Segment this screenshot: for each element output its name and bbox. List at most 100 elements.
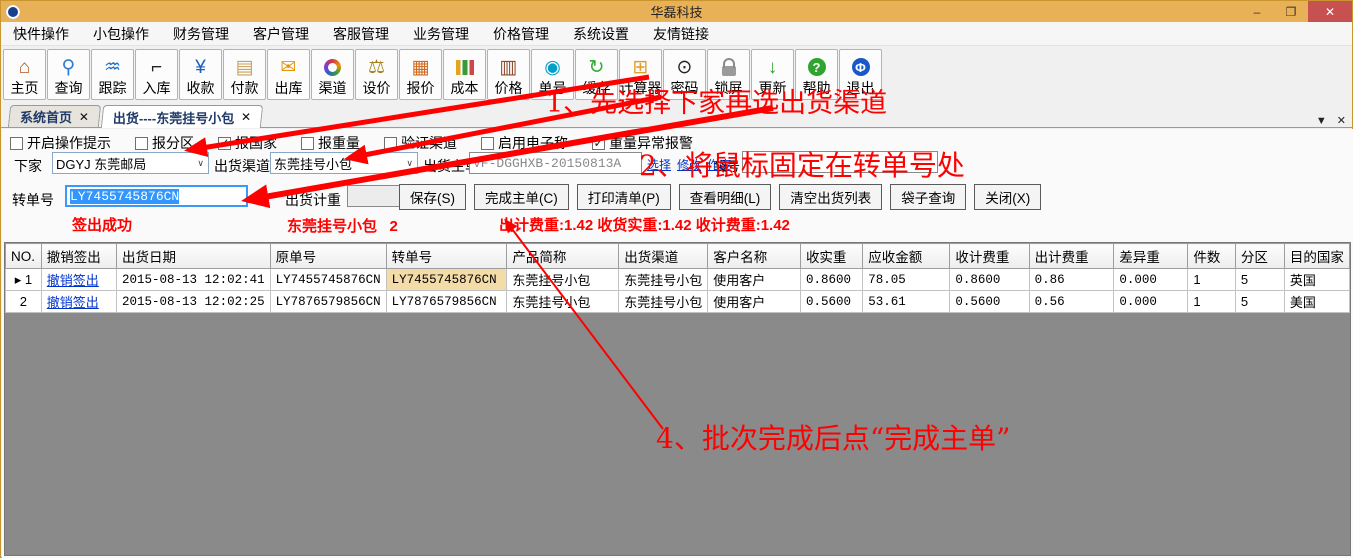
quote-button[interactable]: ▦报价 <box>399 49 442 100</box>
column-header-2[interactable]: 撤销签出 <box>41 244 116 269</box>
tab-label: 系统首页 <box>20 107 72 126</box>
status-signout-success: 签出成功 <box>72 214 132 235</box>
checkbox-icon[interactable] <box>135 137 148 150</box>
checkbox-icon[interactable] <box>384 137 397 150</box>
column-header-1[interactable]: NO. <box>6 244 42 269</box>
pay-button[interactable]: ▤付款 <box>223 49 266 100</box>
menu-item-8[interactable]: 系统设置 <box>561 24 641 44</box>
channel-select[interactable]: 东莞挂号小包 ∨ <box>270 152 418 174</box>
checkbox-option-1[interactable]: 开启操作提示 <box>10 133 111 153</box>
column-header-11[interactable]: 收计费重 <box>950 244 1029 269</box>
downstream-value: DGYJ 东莞邮局 <box>56 154 146 173</box>
chevron-down-icon: ∨ <box>197 158 204 169</box>
outbound-icon: ✉ <box>281 54 297 80</box>
receive-payment-button[interactable]: ¥收款 <box>179 49 222 100</box>
menu-item-7[interactable]: 价格管理 <box>481 24 561 44</box>
tab-1[interactable]: 系统首页 ✕ <box>8 105 101 127</box>
outbound-button[interactable]: ✉出库 <box>267 49 310 100</box>
home-button[interactable]: ⌂主页 <box>3 49 46 100</box>
table-row[interactable]: ▸ 1撤销签出2015-08-13 12:02:41LY7455745876CN… <box>6 269 1350 291</box>
view-detail-button[interactable]: 查看明细(L) <box>679 184 772 210</box>
menu-item-3[interactable]: 财务管理 <box>161 24 241 44</box>
column-header-9[interactable]: 收实重 <box>800 244 862 269</box>
checkbox-icon[interactable] <box>481 137 494 150</box>
column-header-5[interactable]: 转单号 <box>386 244 507 269</box>
column-header-16[interactable]: 目的国家 <box>1284 244 1349 269</box>
downstream-select[interactable]: DGYJ 东莞邮局 ∨ <box>52 152 209 174</box>
table-cell: 0.5600 <box>800 291 862 313</box>
price-button[interactable]: ▥价格 <box>487 49 530 100</box>
table-cell: 东莞挂号小包 <box>619 269 708 291</box>
clear-ship-list-button[interactable]: 清空出货列表 <box>779 184 882 210</box>
menu-bar: 快件操作小包操作财务管理客户管理客服管理业务管理价格管理系统设置友情链接 <box>1 22 1352 46</box>
quote-label: 报价 <box>407 80 435 97</box>
table-cell: 英国 <box>1284 269 1349 291</box>
menu-item-2[interactable]: 小包操作 <box>81 24 161 44</box>
close-button[interactable]: ✕ <box>1308 1 1352 22</box>
close-form-button[interactable]: 关闭(X) <box>974 184 1041 210</box>
column-header-15[interactable]: 分区 <box>1235 244 1284 269</box>
checkbox-icon[interactable]: ✓ <box>218 137 231 150</box>
column-header-6[interactable]: 产品简称 <box>507 244 619 269</box>
column-header-13[interactable]: 差异重 <box>1114 244 1188 269</box>
shipments-table: NO.撤销签出出货日期原单号转单号产品简称出货渠道客户名称收实重应收金额收计费重… <box>5 243 1350 313</box>
ship-weight-input[interactable] <box>347 185 407 207</box>
column-header-3[interactable]: 出货日期 <box>117 244 271 269</box>
tracking-icon: ♒ <box>104 54 121 80</box>
checkbox-icon[interactable]: ✓ <box>592 137 605 150</box>
menu-item-4[interactable]: 客户管理 <box>241 24 321 44</box>
table-cell: 使用客户 <box>708 269 801 291</box>
cache-icon: ↻ <box>589 54 605 80</box>
checkbox-option-3[interactable]: ✓报国家 <box>218 133 277 153</box>
set-price-button[interactable]: ⚖设价 <box>355 49 398 100</box>
search-button[interactable]: ⚲查询 <box>47 49 90 100</box>
table-row[interactable]: 2撤销签出2015-08-13 12:02:25LY7876579856CNLY… <box>6 291 1350 313</box>
minimize-button[interactable]: – <box>1240 1 1274 22</box>
row-number-cell: 2 <box>6 291 42 313</box>
tab-2[interactable]: 出货----东莞挂号小包✕ <box>101 105 264 128</box>
checkbox-option-2[interactable]: 报分区 <box>135 133 194 153</box>
checkbox-option-5[interactable]: 验证渠道 <box>384 133 457 153</box>
column-header-7[interactable]: 出货渠道 <box>619 244 708 269</box>
tab-list-dropdown-icon[interactable]: ▼ <box>1316 115 1327 127</box>
menu-item-1[interactable]: 快件操作 <box>1 24 81 44</box>
window-title: 华磊科技 <box>1 2 1352 21</box>
undo-signout-link[interactable]: 撤销签出 <box>47 273 99 288</box>
checkbox-option-6[interactable]: 启用电子称 <box>481 133 568 153</box>
menu-item-9[interactable]: 友情链接 <box>641 24 721 44</box>
complete-master-button[interactable]: 完成主单(C) <box>474 184 569 210</box>
save-button[interactable]: 保存(S) <box>399 184 466 210</box>
checkbox-icon[interactable] <box>301 137 314 150</box>
tab-close-icon[interactable]: ✕ <box>241 110 251 124</box>
tab-close-icon[interactable]: ✕ <box>79 110 89 124</box>
transfer-number-input[interactable]: LY7455745876CN <box>65 185 248 207</box>
table-cell: 东莞挂号小包 <box>507 291 619 313</box>
column-header-14[interactable]: 件数 <box>1188 244 1235 269</box>
channel-button[interactable]: 渠道 <box>311 49 354 100</box>
menu-item-6[interactable]: 业务管理 <box>401 24 481 44</box>
checkbox-label: 报重量 <box>318 133 360 153</box>
quote-icon: ▦ <box>412 54 430 80</box>
undo-signout-link[interactable]: 撤销签出 <box>47 295 99 310</box>
checkbox-option-4[interactable]: 报重量 <box>301 133 360 153</box>
tab-close-all-icon[interactable]: ✕ <box>1337 114 1346 127</box>
inbound-button[interactable]: ⌐入库 <box>135 49 178 100</box>
column-header-10[interactable]: 应收金额 <box>863 244 950 269</box>
column-header-8[interactable]: 客户名称 <box>708 244 801 269</box>
tracking-button[interactable]: ♒跟踪 <box>91 49 134 100</box>
cost-button[interactable]: 成本 <box>443 49 486 100</box>
column-header-4[interactable]: 原单号 <box>270 244 386 269</box>
annotation-step1: 1、先选择下家再选出货渠道 <box>546 81 887 120</box>
master-order-input[interactable]: VF-DGGHXB-20150813A <box>469 152 642 174</box>
table-cell: 0.8600 <box>800 269 862 291</box>
print-list-button[interactable]: 打印清单(P) <box>577 184 671 210</box>
bag-query-button[interactable]: 袋子查询 <box>890 184 966 210</box>
checkbox-icon[interactable] <box>10 137 23 150</box>
cost-label: 成本 <box>451 80 479 97</box>
table-cell: 0.56 <box>1029 291 1114 313</box>
column-header-12[interactable]: 出计费重 <box>1029 244 1114 269</box>
maximize-button[interactable]: ❐ <box>1274 1 1308 22</box>
price-icon: ▥ <box>500 54 518 80</box>
table-cell: 撤销签出 <box>41 291 116 313</box>
menu-item-5[interactable]: 客服管理 <box>321 24 401 44</box>
